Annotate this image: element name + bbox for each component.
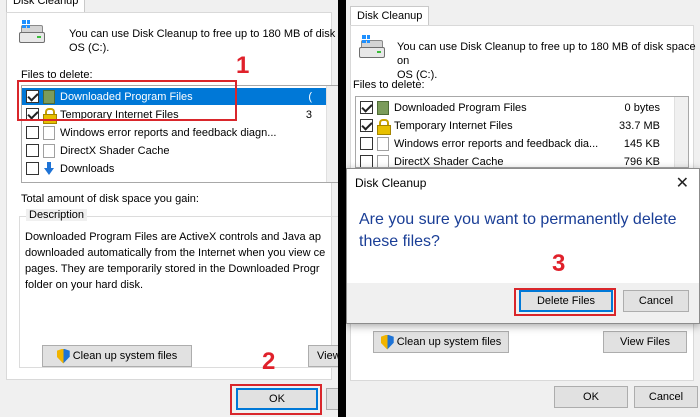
files-to-delete-label: Files to delete: [353,79,425,91]
checkbox[interactable] [360,101,373,114]
total-gain-label: Total amount of disk space you gain: [21,193,199,205]
clean-up-system-files-button[interactable]: Clean up system files [42,345,192,367]
left-disk-cleanup-window: Disk Cleanup You can use Disk Cleanup to… [0,0,338,417]
checkbox[interactable] [360,155,373,167]
list-item[interactable]: Temporary Internet Files 33.7 MB [356,117,688,135]
list-item[interactable]: Windows error reports and feedback diagn… [22,124,338,141]
cancel-button[interactable]: Cancel [634,386,698,408]
step-number-2: 2 [262,348,276,375]
page-icon [377,154,389,167]
files-list[interactable]: Downloaded Program Files 0 bytes Tempora… [355,96,689,168]
page-icon [43,125,55,140]
cancel-button-partial[interactable] [326,388,338,410]
highlight-box-ok [230,384,322,415]
step-number-1: 1 [236,52,250,79]
view-files-button[interactable]: View F [308,345,338,367]
intro-text: You can use Disk Cleanup to free up to 1… [69,28,336,54]
checkbox[interactable] [26,144,39,157]
description-text: Downloaded Program Files are ActiveX con… [25,231,326,291]
list-item[interactable]: Downloaded Program Files 0 bytes [356,99,688,116]
list-item[interactable]: Downloads [22,160,338,177]
page-icon [43,143,55,158]
dialog-cancel-button[interactable]: Cancel [623,290,689,312]
ok-button[interactable]: OK [554,386,628,408]
disk-cleanup-page: You can use Disk Cleanup to free up to 1… [6,12,338,380]
clean-up-system-files-button[interactable]: Clean up system files [373,331,509,353]
list-item[interactable]: Windows error reports and feedback dia..… [356,135,688,152]
checkbox[interactable] [26,162,39,175]
dialog-question: Are you sure you want to permanently del… [359,211,677,250]
hard-drive-icon [19,20,45,45]
download-arrow-icon [43,161,55,176]
disk-cleanup-tab[interactable]: Disk Cleanup [6,0,86,12]
close-icon[interactable]: ✕ [676,173,689,193]
uac-shield-icon [57,349,70,364]
list-scrollbar[interactable] [326,86,338,182]
checkbox[interactable] [360,119,373,132]
dialog-title: Disk Cleanup [355,176,427,190]
highlight-box-files [17,80,237,121]
disk-cleanup-tab[interactable]: Disk Cleanup [350,6,430,26]
description-title: Description [26,209,88,221]
description-group: Description Downloaded Program Files are… [19,209,338,368]
step-number-3: 3 [552,250,566,277]
checkbox[interactable] [26,126,39,139]
highlight-box-delete [514,288,616,316]
list-item[interactable]: DirectX Shader Cache 796 KB [356,153,688,167]
lock-icon [377,118,391,135]
list-item[interactable]: DirectX Shader Cache [22,142,338,159]
checkbox[interactable] [360,137,373,150]
intro-text: You can use Disk Cleanup to free up to 1… [397,41,696,81]
hard-drive-icon [359,35,385,60]
page-icon [377,136,389,151]
view-files-button[interactable]: View Files [603,331,687,353]
uac-shield-icon [381,335,394,350]
right-disk-cleanup-window: Disk Cleanup You can use Disk Cleanup to… [346,0,700,417]
list-scrollbar[interactable] [674,97,688,167]
package-icon [377,100,389,115]
